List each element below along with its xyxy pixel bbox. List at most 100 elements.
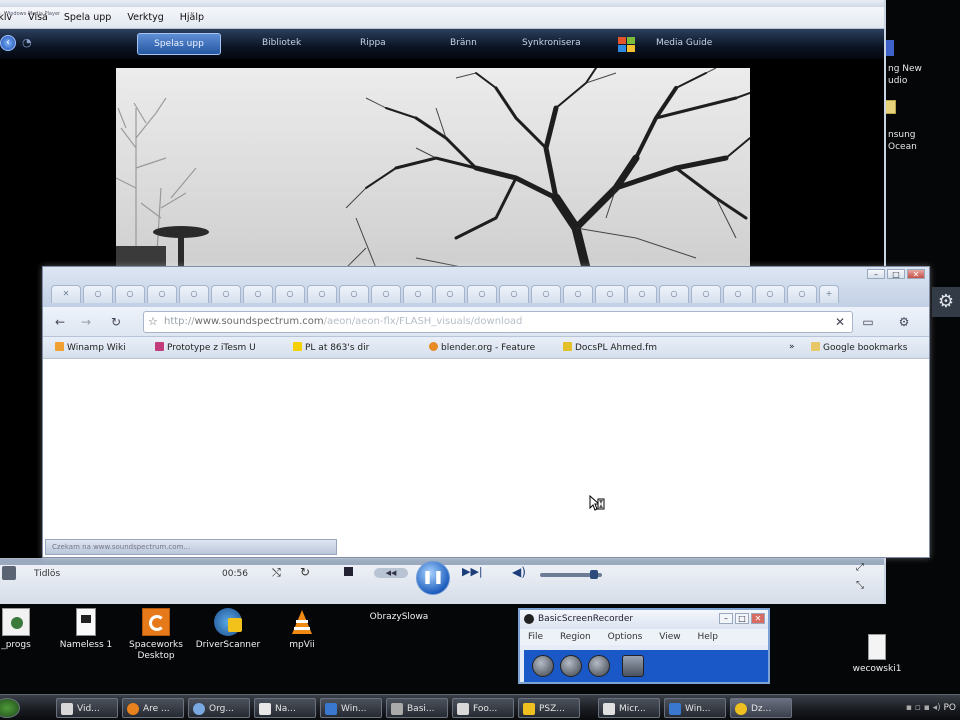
browser-tab[interactable]: ○ xyxy=(275,285,305,303)
title-bar[interactable]: Windows Media Player xyxy=(0,0,884,17)
taskbar-item[interactable]: Win... xyxy=(320,698,382,718)
stop-icon[interactable] xyxy=(588,655,610,677)
browser-tab[interactable]: ✕ xyxy=(51,285,81,303)
menu-item-options[interactable]: Options xyxy=(608,632,643,642)
title-bar[interactable]: BasicScreenRecorder – □ ✕ xyxy=(520,610,768,629)
close-button[interactable]: ✕ xyxy=(907,269,925,279)
back-icon[interactable]: ← xyxy=(51,313,69,331)
next-button[interactable]: ▶▶| xyxy=(462,565,483,578)
fullscreen-icon[interactable]: ⤡ xyxy=(856,580,864,591)
forward-icon[interactable]: → xyxy=(77,313,95,331)
maximize-button[interactable]: □ xyxy=(735,613,749,624)
shuffle-icon[interactable]: ⤭ xyxy=(272,566,281,580)
desktop-icon[interactable]: _progs xyxy=(0,608,36,651)
close-button[interactable]: ✕ xyxy=(751,613,765,624)
browser-tab[interactable]: ○ xyxy=(691,285,721,303)
previous-button[interactable]: ◀◀ xyxy=(374,568,408,578)
page-menu-icon[interactable]: ▭ xyxy=(859,313,877,331)
tab-rip[interactable]: Rippa xyxy=(360,38,386,48)
windows-flag-icon[interactable] xyxy=(618,37,636,53)
browser-tab[interactable]: ○ xyxy=(595,285,625,303)
menu-item-region[interactable]: Region xyxy=(560,632,591,642)
browser-tab[interactable]: ○ xyxy=(659,285,689,303)
view-toggle-icon[interactable] xyxy=(2,566,16,580)
stop-loading-icon[interactable]: ✕ xyxy=(831,313,849,331)
browser-tab[interactable]: ○ xyxy=(563,285,593,303)
browser-tab[interactable]: ○ xyxy=(467,285,497,303)
browser-tab[interactable]: ○ xyxy=(787,285,817,303)
mute-icon[interactable]: ◀) xyxy=(512,565,526,579)
bookmark-item[interactable]: blender.org - Feature xyxy=(429,342,535,353)
browser-tab[interactable]: ○ xyxy=(371,285,401,303)
tab-sync[interactable]: Synkronisera xyxy=(522,38,581,48)
taskbar-item[interactable]: Micr... xyxy=(598,698,660,718)
back-arrow-icon[interactable]: ‹ xyxy=(0,35,16,51)
browser-tab[interactable]: ○ xyxy=(723,285,753,303)
volume-slider-knob[interactable] xyxy=(590,570,598,579)
browser-tab[interactable]: ○ xyxy=(435,285,465,303)
taskbar-item[interactable]: Org... xyxy=(188,698,250,718)
taskbar-item[interactable]: Are ... xyxy=(122,698,184,718)
switch-to-compact-icon[interactable]: ⤢ xyxy=(856,562,864,573)
menu-item-spela-upp[interactable]: Spela upp xyxy=(64,12,111,23)
new-tab-button[interactable]: + xyxy=(819,285,839,303)
repeat-icon[interactable]: ↻ xyxy=(300,565,310,579)
menu-item-verktyg[interactable]: Verktyg xyxy=(127,12,163,23)
menu-item-file[interactable]: File xyxy=(528,632,543,642)
browser-tab[interactable]: ○ xyxy=(339,285,369,303)
taskbar-item[interactable]: PSZ... xyxy=(518,698,580,718)
taskbar-item[interactable]: Basi... xyxy=(386,698,448,718)
browser-tab[interactable]: ○ xyxy=(403,285,433,303)
menu-item-help[interactable]: Help xyxy=(697,632,718,642)
bookmark-item[interactable]: PL at 863's dir xyxy=(293,342,369,353)
taskbar-item[interactable]: Na... xyxy=(254,698,316,718)
menu-item-visa[interactable]: Visa xyxy=(28,12,48,23)
desktop-icon[interactable]: Nameless 1 xyxy=(56,608,116,651)
browser-tab[interactable]: ○ xyxy=(531,285,561,303)
region-icon[interactable] xyxy=(622,655,644,677)
pause-button[interactable]: ❚❚ xyxy=(416,561,450,595)
browser-tab[interactable]: ○ xyxy=(179,285,209,303)
tab-strip[interactable]: ✕ ○ ○ ○ ○ ○ ○ ○ ○ ○ ○ ○ ○ ○ ○ ○ ○ ○ ○ ○ … xyxy=(43,267,929,307)
signal-icon[interactable]: ◔ xyxy=(22,36,32,49)
address-bar[interactable]: ☆ http://www.soundspectrum.com/aeon/aeon… xyxy=(143,311,853,333)
other-bookmarks-chevron-icon[interactable]: » xyxy=(789,342,795,352)
bookmark-item[interactable]: DocsPL Ahmed.fm xyxy=(563,342,657,353)
browser-tab[interactable]: ○ xyxy=(83,285,113,303)
menu-item-view[interactable]: View xyxy=(659,632,680,642)
bookmark-item[interactable]: Prototype z iTesm U xyxy=(155,342,256,353)
browser-tab[interactable]: ○ xyxy=(499,285,529,303)
browser-tab[interactable]: ○ xyxy=(211,285,241,303)
bookmark-item[interactable]: Google bookmarks xyxy=(811,342,907,353)
taskbar-item-active[interactable]: Dz... xyxy=(730,698,792,718)
menu-item-arkiv[interactable]: Arkiv xyxy=(0,12,12,23)
star-icon[interactable]: ☆ xyxy=(148,312,158,332)
video-display[interactable] xyxy=(116,68,750,268)
desktop-icon[interactable]: DriverScanner xyxy=(192,608,264,651)
tab-burn[interactable]: Bränn xyxy=(450,38,477,48)
desktop-icon[interactable]: wecowski1 xyxy=(842,634,912,675)
gear-icon[interactable]: ⚙ xyxy=(932,287,960,317)
record-icon[interactable] xyxy=(532,655,554,677)
desktop-icon[interactable]: Spaceworks Desktop xyxy=(124,608,188,662)
taskbar-item[interactable]: Win... xyxy=(664,698,726,718)
minimize-button[interactable]: – xyxy=(719,613,733,624)
reload-icon[interactable]: ↻ xyxy=(107,313,125,331)
start-button[interactable] xyxy=(0,698,20,718)
bookmark-item[interactable]: Winamp Wiki xyxy=(55,342,126,353)
desktop-icon[interactable]: mpVii xyxy=(282,608,322,651)
browser-tab[interactable]: ○ xyxy=(627,285,657,303)
pause-icon[interactable] xyxy=(560,655,582,677)
maximize-button[interactable]: □ xyxy=(887,269,905,279)
tab-now-playing[interactable]: Spelas upp xyxy=(137,33,221,55)
taskbar-item[interactable]: Foo... xyxy=(452,698,514,718)
page-content[interactable] xyxy=(43,359,929,535)
stop-icon[interactable] xyxy=(344,567,353,576)
tab-library[interactable]: Bibliotek xyxy=(262,38,301,48)
browser-tab[interactable]: ○ xyxy=(115,285,145,303)
taskbar-item[interactable]: Vid... xyxy=(56,698,118,718)
system-tray[interactable]: ▪ ▫ ▪ ◂) PO xyxy=(900,698,960,718)
browser-tab[interactable]: ○ xyxy=(307,285,337,303)
browser-tab[interactable]: ○ xyxy=(147,285,177,303)
tab-media-guide[interactable]: Media Guide xyxy=(656,38,712,48)
